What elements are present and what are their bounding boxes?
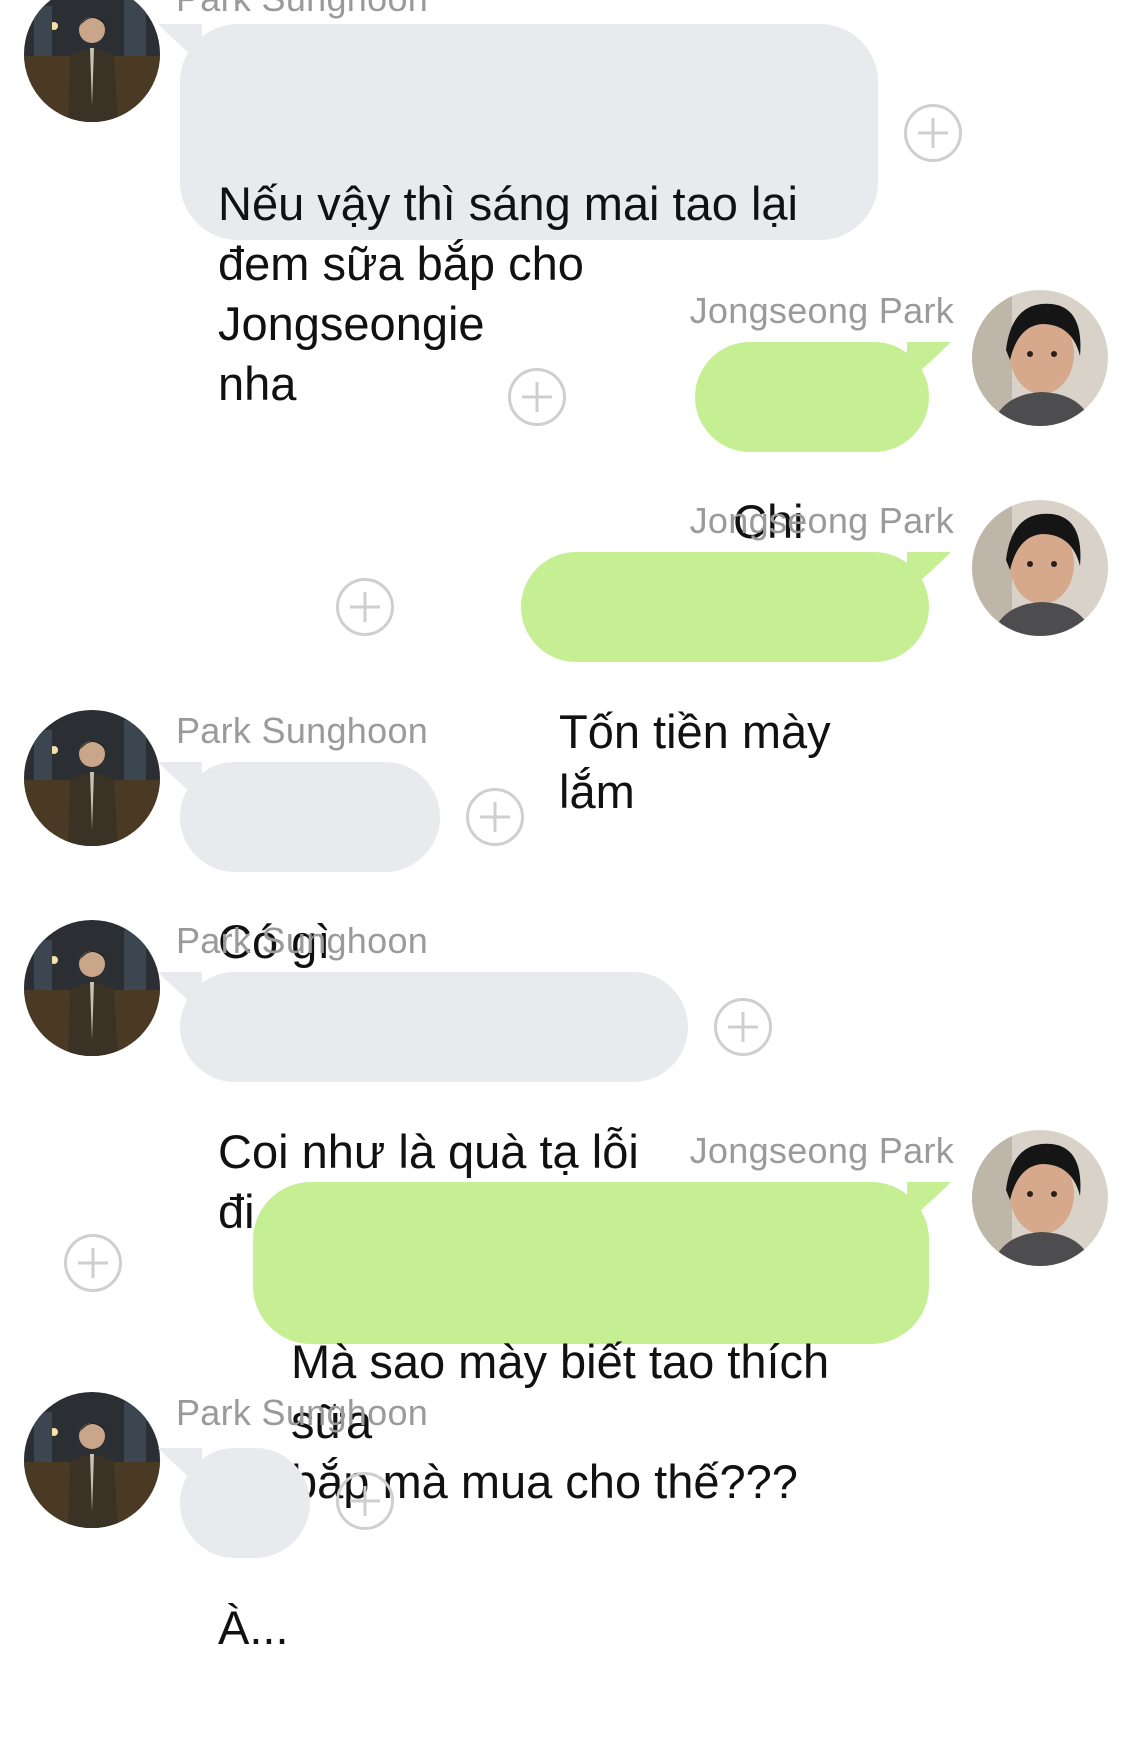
message-text: Tốn tiền mày lắm [559,705,831,818]
message-bubble[interactable]: Mà sao mày biết tao thích sữa bắp mà mua… [253,1182,951,1508]
plus-circle-icon[interactable] [64,1234,122,1292]
avatar-image [24,710,160,846]
plus-circle-icon[interactable] [336,578,394,636]
sender-name: Park Sunghoon [176,920,429,961]
avatar-image [24,920,160,1056]
avatar[interactable] [972,290,1108,426]
bubble-tail [907,342,951,382]
message-bubble[interactable]: Coi như là quà tạ lỗi đi [158,972,688,1238]
avatar-image [24,1392,160,1528]
avatar[interactable] [24,0,160,122]
avatar[interactable] [24,920,160,1056]
avatar[interactable] [972,500,1108,636]
avatar-image [972,290,1108,426]
sender-name: Park Sunghoon [176,710,429,751]
message-bubble[interactable]: Có gì đâu [158,762,440,1028]
avatar[interactable] [24,1392,160,1528]
message-text: À... [218,1601,289,1654]
bubble-tail [158,972,202,1012]
plus-circle-icon[interactable] [466,788,524,846]
avatar-image [24,0,160,122]
bubble-tail [907,1182,951,1222]
avatar[interactable] [972,1130,1108,1266]
avatar[interactable] [24,710,160,846]
sender-name: Jongseong Park [689,1130,954,1171]
bubble-tail [158,1448,202,1488]
chat-thread[interactable]: Park Sunghoon Nếu vậy thì sáng mai tao l… [0,0,1125,1754]
plus-circle-icon[interactable] [904,104,962,162]
bubble-tail [158,24,202,64]
sender-name: Jongseong Park [689,500,954,541]
message-bubble[interactable]: Tốn tiền mày lắm [521,552,951,818]
message-bubble[interactable]: Chi vậy? [695,342,951,608]
avatar-image [972,500,1108,636]
plus-circle-icon[interactable] [508,368,566,426]
sender-name: Park Sunghoon [176,1392,429,1433]
avatar-image [972,1130,1108,1266]
sender-name: Jongseong Park [689,290,954,331]
sender-name: Park Sunghoon [176,0,428,20]
message-bubble[interactable]: Nếu vậy thì sáng mai tao lại đem sữa bắp… [158,24,878,410]
message-bubble[interactable]: À... [158,1448,310,1654]
plus-circle-icon[interactable] [714,998,772,1056]
bubble-tail [907,552,951,592]
bubble-tail [158,762,202,802]
plus-circle-icon[interactable] [336,1472,394,1530]
